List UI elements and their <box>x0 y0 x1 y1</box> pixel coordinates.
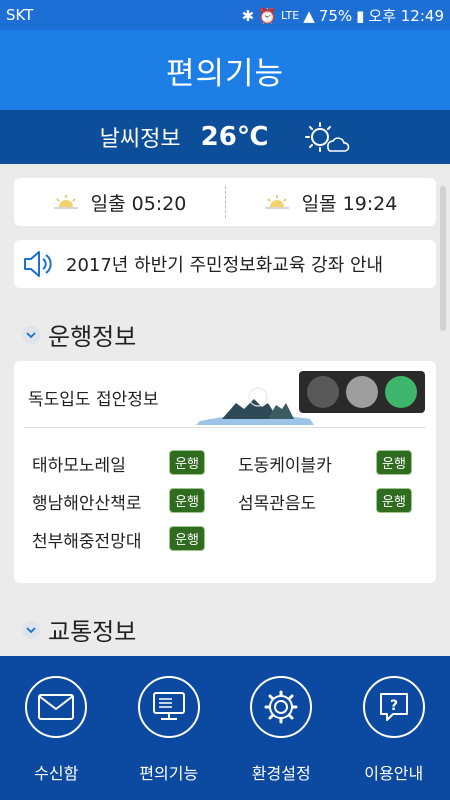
nav-label: 이용안내 <box>364 764 424 783</box>
status-time: 오후 12:49 <box>368 7 444 25</box>
sun-divider <box>225 186 226 218</box>
svg-text:?: ? <box>390 698 398 714</box>
status-badge: 운행 <box>169 488 205 513</box>
operation-item-name: 행남해안산책로 <box>32 494 142 514</box>
status-badge: 운행 <box>169 450 205 475</box>
sunset-text: 일몰 19:24 <box>301 192 398 215</box>
speaker-icon <box>24 251 52 277</box>
chevron-down-icon <box>22 620 40 639</box>
status-bar: SKT ✱ ⏰ LTE ▲ 75% ▮ 오후 12:49 <box>0 0 450 30</box>
battery-icon: ▮ <box>356 6 365 25</box>
operation-item-dodong: 도동케이블카 <box>238 451 332 476</box>
weather-label: 날씨정보 <box>99 127 181 152</box>
operation-item-name: 태하모노레일 <box>32 456 126 476</box>
traffic-light-3 <box>385 376 418 408</box>
operation-item-seommok: 섬목관음도 <box>238 489 316 514</box>
title-bar: 편의기능 <box>0 30 450 110</box>
weather-bar[interactable]: 날씨정보 26℃ <box>0 110 450 164</box>
status-icons: ✱ ⏰ LTE ▲ 75% ▮ 오후 12:49 <box>242 5 444 26</box>
status-badge: 운행 <box>169 526 205 551</box>
operation-item-haengnam: 행남해안산책로 <box>32 489 141 514</box>
status-badge: 운행 <box>376 488 412 513</box>
nav-settings[interactable]: 환경설정 <box>225 656 338 800</box>
traffic-light <box>299 371 425 413</box>
traffic-light-1 <box>306 376 339 408</box>
sun-times-card: 일출 05:20 일몰 19:24 <box>14 178 436 226</box>
help-icon: ? <box>362 676 425 738</box>
traffic-section-header[interactable]: 교통정보 <box>22 612 136 647</box>
sunrise: 일출 05:20 <box>14 189 225 216</box>
weather-temperature: 26℃ <box>200 122 269 152</box>
dokdo-label: 독도입도 접안정보 <box>28 390 159 410</box>
scrollbar[interactable] <box>440 186 446 331</box>
nav-label: 환경설정 <box>251 764 311 783</box>
operation-section-title: 운행정보 <box>48 323 137 351</box>
operation-item-name: 섬목관음도 <box>238 494 317 514</box>
monitor-icon <box>137 676 200 738</box>
operation-card: 독도입도 접안정보 태하모노레일 운행 도동케이블카 운행 행남해안산책로 운행… <box>14 361 436 583</box>
nav-label: 수신함 <box>34 764 79 783</box>
sunset: 일몰 19:24 <box>225 189 436 216</box>
sun-cloud-icon <box>305 122 350 152</box>
operation-item-name: 도동케이블카 <box>238 456 332 476</box>
operation-item-name: 천부해중전망대 <box>32 532 142 552</box>
operation-section-header[interactable]: 운행정보 <box>22 317 136 352</box>
chevron-down-icon <box>22 325 40 344</box>
nav-help[interactable]: ? 이용안내 <box>338 656 450 800</box>
traffic-section-title: 교통정보 <box>48 618 137 646</box>
page-title: 편의기능 <box>165 55 285 92</box>
nav-label: 편의기능 <box>139 764 199 783</box>
carrier-label: SKT <box>6 6 34 24</box>
bluetooth-icon: ✱ <box>241 6 255 25</box>
envelope-icon <box>25 676 88 738</box>
operation-item-taeha: 태하모노레일 <box>32 451 126 476</box>
battery-percent: 75% <box>318 6 353 25</box>
operation-divider <box>24 427 426 428</box>
nav-convenience[interactable]: 편의기능 <box>113 656 226 800</box>
traffic-light-2 <box>345 376 378 408</box>
signal-icon: ▲ <box>303 6 315 25</box>
bottom-nav: 수신함 편의기능 환경설정 ? 이용안내 <box>0 656 450 800</box>
notice-banner[interactable]: 2017년 하반기 주민정보화교육 강좌 안내 <box>14 240 436 288</box>
gear-icon <box>250 676 313 738</box>
status-badge: 운행 <box>376 450 412 475</box>
operation-item-cheonbu: 천부해중전망대 <box>32 527 141 552</box>
alarm-icon: ⏰ <box>258 6 277 25</box>
sunrise-icon <box>53 195 78 209</box>
lte-label: LTE <box>280 9 300 22</box>
notice-text: 2017년 하반기 주민정보화교육 강좌 안내 <box>66 255 384 276</box>
sunrise-text: 일출 05:20 <box>90 192 187 215</box>
sunset-icon <box>264 195 289 209</box>
nav-inbox[interactable]: 수신함 <box>0 656 113 800</box>
